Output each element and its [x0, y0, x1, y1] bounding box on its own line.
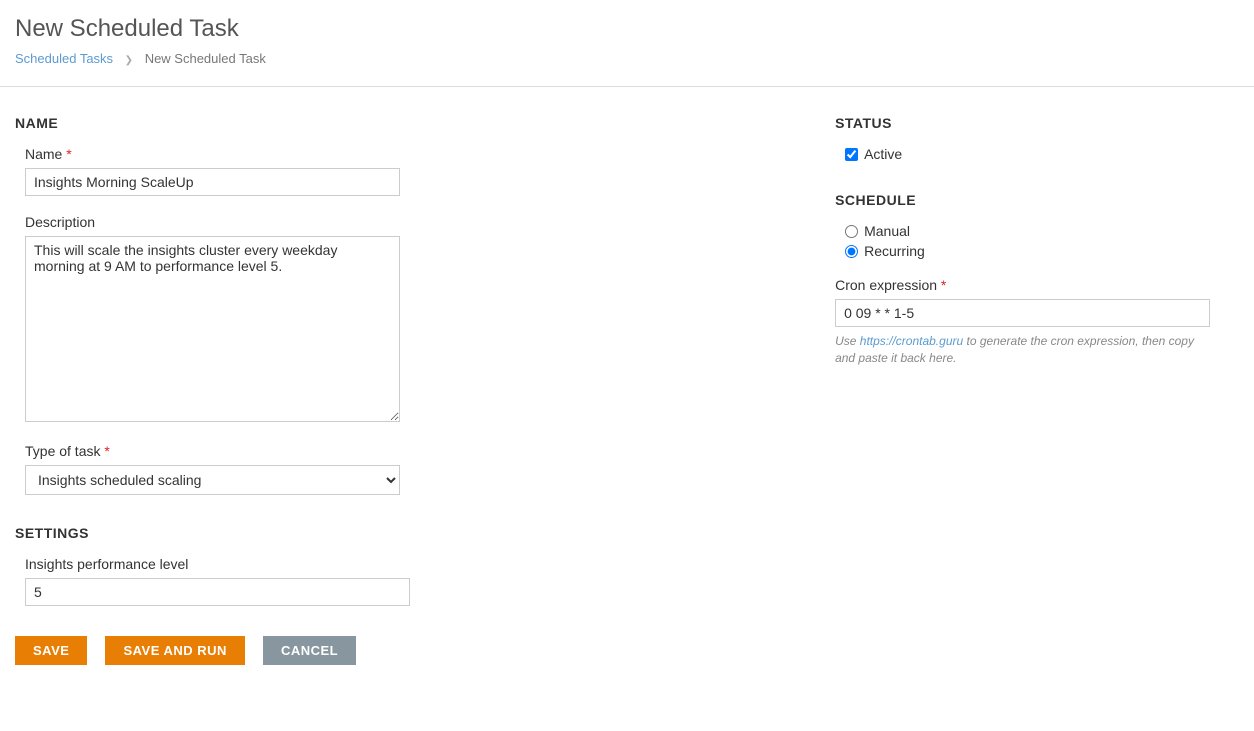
manual-radio[interactable] — [845, 225, 858, 238]
breadcrumb: Scheduled Tasks ❯ New Scheduled Task — [15, 51, 1239, 66]
cancel-button[interactable]: Cancel — [263, 636, 356, 665]
crontab-guru-link[interactable]: https://crontab.guru — [860, 334, 963, 348]
recurring-radio[interactable] — [845, 245, 858, 258]
name-label: Name * — [25, 146, 400, 162]
cron-input[interactable] — [835, 299, 1210, 327]
required-star-icon: * — [104, 443, 109, 459]
name-input[interactable] — [25, 168, 400, 196]
section-heading-status: STATUS — [835, 115, 1239, 131]
active-checkbox[interactable] — [845, 148, 858, 161]
section-heading-schedule: SCHEDULE — [835, 192, 1239, 208]
perf-level-input[interactable] — [25, 578, 410, 606]
required-star-icon: * — [66, 146, 71, 162]
save-and-run-button[interactable]: Save and Run — [105, 636, 245, 665]
active-checkbox-row[interactable]: Active — [845, 146, 1239, 162]
chevron-right-icon: ❯ — [125, 55, 133, 66]
active-label: Active — [864, 146, 902, 162]
breadcrumb-current: New Scheduled Task — [145, 51, 266, 66]
save-button[interactable]: Save — [15, 636, 87, 665]
recurring-label: Recurring — [864, 243, 925, 259]
manual-label: Manual — [864, 223, 910, 239]
page-title: New Scheduled Task — [15, 15, 1239, 43]
cron-help-text: Use https://crontab.guru to generate the… — [835, 333, 1210, 367]
description-textarea[interactable]: This will scale the insights cluster eve… — [25, 236, 400, 422]
perf-level-label: Insights performance level — [25, 556, 410, 572]
section-heading-name: NAME — [15, 115, 835, 131]
type-label: Type of task * — [25, 443, 400, 459]
required-star-icon: * — [941, 277, 946, 293]
cron-label: Cron expression * — [835, 277, 1210, 293]
type-select[interactable]: Insights scheduled scaling — [25, 465, 400, 495]
description-label: Description — [25, 214, 400, 230]
section-heading-settings: SETTINGS — [15, 525, 835, 541]
manual-radio-row[interactable]: Manual — [845, 223, 1239, 239]
recurring-radio-row[interactable]: Recurring — [845, 243, 1239, 259]
breadcrumb-link-scheduled-tasks[interactable]: Scheduled Tasks — [15, 51, 113, 66]
